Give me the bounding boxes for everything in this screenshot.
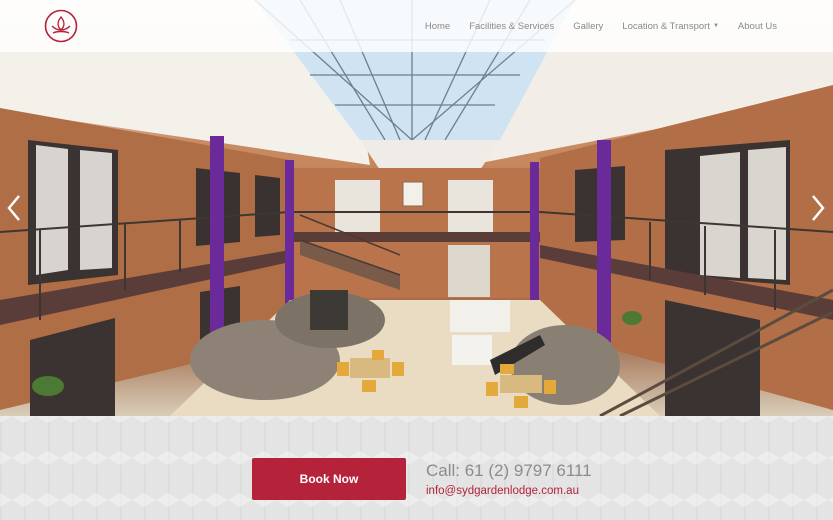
book-now-button[interactable]: Book Now bbox=[252, 458, 406, 500]
nav-item-label: Home bbox=[424, 20, 451, 32]
email-link[interactable]: info@sydgardenlodge.com.au bbox=[426, 485, 579, 497]
navbar: Home Facilities & Services Gallery Locat… bbox=[0, 0, 833, 52]
nav-item-gallery[interactable]: Gallery bbox=[573, 21, 603, 32]
lotus-logo-icon[interactable] bbox=[44, 9, 78, 43]
nav-item-facilities[interactable]: Facilities & Services bbox=[469, 21, 554, 32]
nav-item-location[interactable]: Location & Transport ▼ bbox=[622, 21, 719, 32]
hero-image bbox=[0, 0, 833, 416]
main-nav: Home Facilities & Services Gallery Locat… bbox=[425, 0, 777, 52]
nav-item-label: Location & Transport bbox=[622, 20, 710, 32]
contact-band bbox=[0, 416, 833, 520]
nav-item-about[interactable]: About Us bbox=[738, 21, 777, 32]
nav-item-label: About Us bbox=[737, 20, 777, 32]
caret-down-icon: ▼ bbox=[712, 23, 719, 29]
nav-item-home[interactable]: Home bbox=[425, 21, 450, 32]
carousel-next-icon[interactable] bbox=[808, 190, 828, 226]
nav-item-label: Gallery bbox=[573, 20, 604, 32]
atrium-illustration bbox=[0, 0, 833, 416]
nav-item-label: Facilities & Services bbox=[469, 20, 555, 32]
call-text: Call: 61 (2) 9797 6111 bbox=[426, 461, 592, 480]
carousel-prev-icon[interactable] bbox=[4, 190, 24, 226]
